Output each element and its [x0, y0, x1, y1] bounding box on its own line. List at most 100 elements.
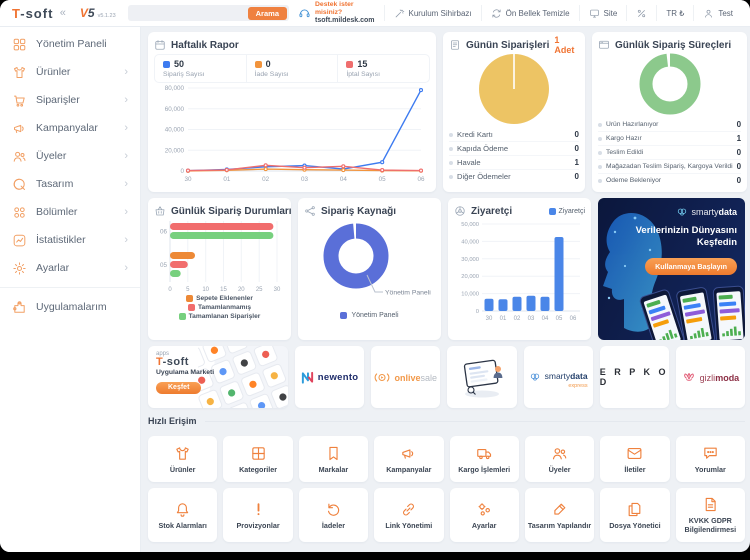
- quick-access-returns[interactable]: İadeler: [299, 488, 368, 542]
- calendar-icon: [154, 39, 166, 51]
- processes-donut-chart: [598, 52, 741, 116]
- user-icon: [703, 8, 714, 19]
- quick-access-members[interactable]: Üyeler: [525, 436, 594, 482]
- wand-icon: [394, 8, 405, 19]
- tsoft-logo[interactable]: T-soft: [0, 6, 56, 21]
- svg-text:03: 03: [301, 176, 309, 183]
- receipt-icon: [449, 39, 461, 51]
- svg-text:25: 25: [256, 287, 263, 293]
- sidebar-item-members[interactable]: Üyeler›: [0, 142, 140, 170]
- sidebar: Yönetim PaneliÜrünler›Siparişler›Kampany…: [0, 26, 141, 552]
- order-status-card: Günlük Sipariş Durumları 051015202530060…: [148, 198, 291, 340]
- quick-access-link-management[interactable]: Link Yönetimi: [374, 488, 443, 542]
- chevron-right-icon: ›: [124, 234, 128, 246]
- tsoft-apps-logo: T-soft: [156, 357, 214, 368]
- support-link[interactable]: Destek ister misiniz?tsoft.mildesk.com: [289, 5, 384, 21]
- app-gizlimoda[interactable]: gizlimoda: [676, 346, 745, 408]
- global-search[interactable]: Arama: [128, 5, 289, 21]
- quick-access-settings[interactable]: Ayarlar: [450, 488, 519, 542]
- undo-icon: [325, 501, 342, 518]
- legend-swatch: [549, 208, 556, 215]
- banner-cta-button[interactable]: Kullanmaya Başlayın: [645, 258, 737, 275]
- quick-access-kvkk-gdpr[interactable]: KVKK GDPR Bilgilendirmesi: [676, 488, 745, 542]
- svg-text:30: 30: [274, 287, 281, 293]
- quick-access-header: Hızlı Erişim: [148, 416, 745, 426]
- gizlimoda-flower-icon: [682, 370, 696, 384]
- stats-icon: [12, 233, 27, 248]
- order-processes-card: Günlük Sipariş Süreçleri Ürün Hazırlanıy…: [592, 32, 747, 192]
- exclamation-icon: [250, 501, 267, 518]
- header-item-discounts[interactable]: [626, 5, 656, 21]
- banner-headline: Verilerinizin Dünyasını Keşfedin: [598, 225, 737, 250]
- quick-access-comments[interactable]: Yorumlar: [676, 436, 745, 482]
- sidebar-item-campaigns[interactable]: Kampanyalar›: [0, 114, 140, 142]
- quick-access-products[interactable]: Ürünler: [148, 436, 217, 482]
- chevron-right-icon: ›: [124, 206, 128, 218]
- quick-access-categories[interactable]: Kategoriler: [223, 436, 292, 482]
- smartydata-banner[interactable]: smartydata Verilerinizin Dünyasını Keşfe…: [598, 198, 745, 340]
- svg-text:50,000: 50,000: [461, 222, 479, 228]
- link-icon: [400, 501, 417, 518]
- search-input[interactable]: [134, 8, 248, 19]
- header-item-language-currency[interactable]: TR ₺: [656, 5, 693, 21]
- quick-access-title: Hızlı Erişim: [148, 416, 197, 426]
- comment-icon: [702, 445, 719, 462]
- quick-access-file-manager[interactable]: Dosya Yönetici: [600, 488, 669, 542]
- quick-access-messages[interactable]: İletiler: [600, 436, 669, 482]
- truck-icon: [476, 445, 493, 462]
- app-newento[interactable]: newento: [295, 346, 364, 408]
- cogs-icon: [476, 501, 493, 518]
- banner-content: smartydata Verilerinizin Dünyasını Keşfe…: [598, 198, 745, 275]
- dashboard-row-1: Haftalık Rapor 50Sipariş Sayısı0İade Say…: [148, 32, 745, 192]
- header-item-site[interactable]: Site: [579, 5, 627, 21]
- quick-access-design-config[interactable]: Tasarım Yapılandır: [525, 488, 594, 542]
- dashboard-icon: [12, 37, 27, 52]
- app-market-card[interactable]: apps T-soft Uygulama Marketi Keşfet: [148, 346, 288, 408]
- bell-icon: [174, 501, 191, 518]
- quick-access-campaigns[interactable]: Kampanyalar: [374, 436, 443, 482]
- sidebar-item-orders[interactable]: Siparişler›: [0, 86, 140, 114]
- chevron-right-icon: ›: [124, 178, 128, 190]
- quick-access-stock-alarms[interactable]: Stok Alarmları: [148, 488, 217, 542]
- app-onlivesale[interactable]: onlivesale: [371, 346, 440, 408]
- smartydata-express-tag: express: [545, 383, 588, 389]
- sidebar-item-settings[interactable]: Ayarlar›: [0, 254, 140, 282]
- sidebar-item-dashboard[interactable]: Yönetim Paneli: [0, 30, 140, 58]
- svg-text:10: 10: [202, 287, 209, 293]
- search-button[interactable]: Arama: [248, 7, 287, 20]
- app-smartydata[interactable]: smartydataexpress: [524, 346, 593, 408]
- sidebar-item-my-apps[interactable]: Uygulamalarım: [0, 293, 140, 321]
- header-item-clear-cache[interactable]: Ön Bellek Temizle: [481, 5, 579, 21]
- order-source-card: Sipariş Kaynağı Yönetim Paneli Yönetim P…: [298, 198, 441, 340]
- svg-text:80,000: 80,000: [165, 85, 185, 92]
- app-erpkod[interactable]: E R P K O D: [600, 346, 669, 408]
- chevron-right-icon: ›: [124, 94, 128, 106]
- sidebar-item-statistics[interactable]: İstatistikler›: [0, 226, 140, 254]
- chevron-right-icon: ›: [124, 262, 128, 274]
- support-question: Destek ister misiniz?: [315, 1, 375, 17]
- app-software-illustration[interactable]: [447, 346, 516, 408]
- legend-item: Tamamlanmamış: [188, 304, 251, 311]
- quick-access-shipping[interactable]: Kargo İşlemleri: [450, 436, 519, 482]
- header-item-user[interactable]: Test: [693, 5, 742, 21]
- sidebar-collapse-button[interactable]: «: [56, 7, 70, 19]
- explore-button[interactable]: Keşfet: [156, 382, 201, 394]
- payments-list: Kredi Kartı0Kapıda Ödeme0Havale1Diğer Öd…: [449, 128, 579, 183]
- quick-access-provisions[interactable]: Provizyonlar: [223, 488, 292, 542]
- card-title: Sipariş Kaynağı: [321, 206, 396, 217]
- megaphone-icon: [400, 445, 417, 462]
- onlivesale-logo: onlive: [394, 373, 420, 383]
- list-item: Teslim Edildi0: [598, 145, 741, 159]
- svg-text:5: 5: [186, 287, 190, 293]
- sidebar-item-design[interactable]: Tasarım›: [0, 170, 140, 198]
- processes-list: Ürün Hazırlanıyor0Kargo Hazır1Teslim Edi…: [598, 118, 741, 187]
- sidebar-item-sections[interactable]: Bölümler›: [0, 198, 140, 226]
- sidebar-divider: [0, 287, 140, 288]
- legend-swatch: [340, 312, 347, 319]
- svg-text:10,000: 10,000: [461, 292, 479, 298]
- header-item-setup-wizard[interactable]: Kurulum Sihirbazı: [384, 5, 481, 21]
- sidebar-item-products[interactable]: Ürünler›: [0, 58, 140, 86]
- quick-access-brands[interactable]: Markalar: [299, 436, 368, 482]
- status-legend: Sepete EklenenlerTamamlanmamışTamamlanan…: [154, 295, 285, 320]
- svg-text:30: 30: [184, 176, 192, 183]
